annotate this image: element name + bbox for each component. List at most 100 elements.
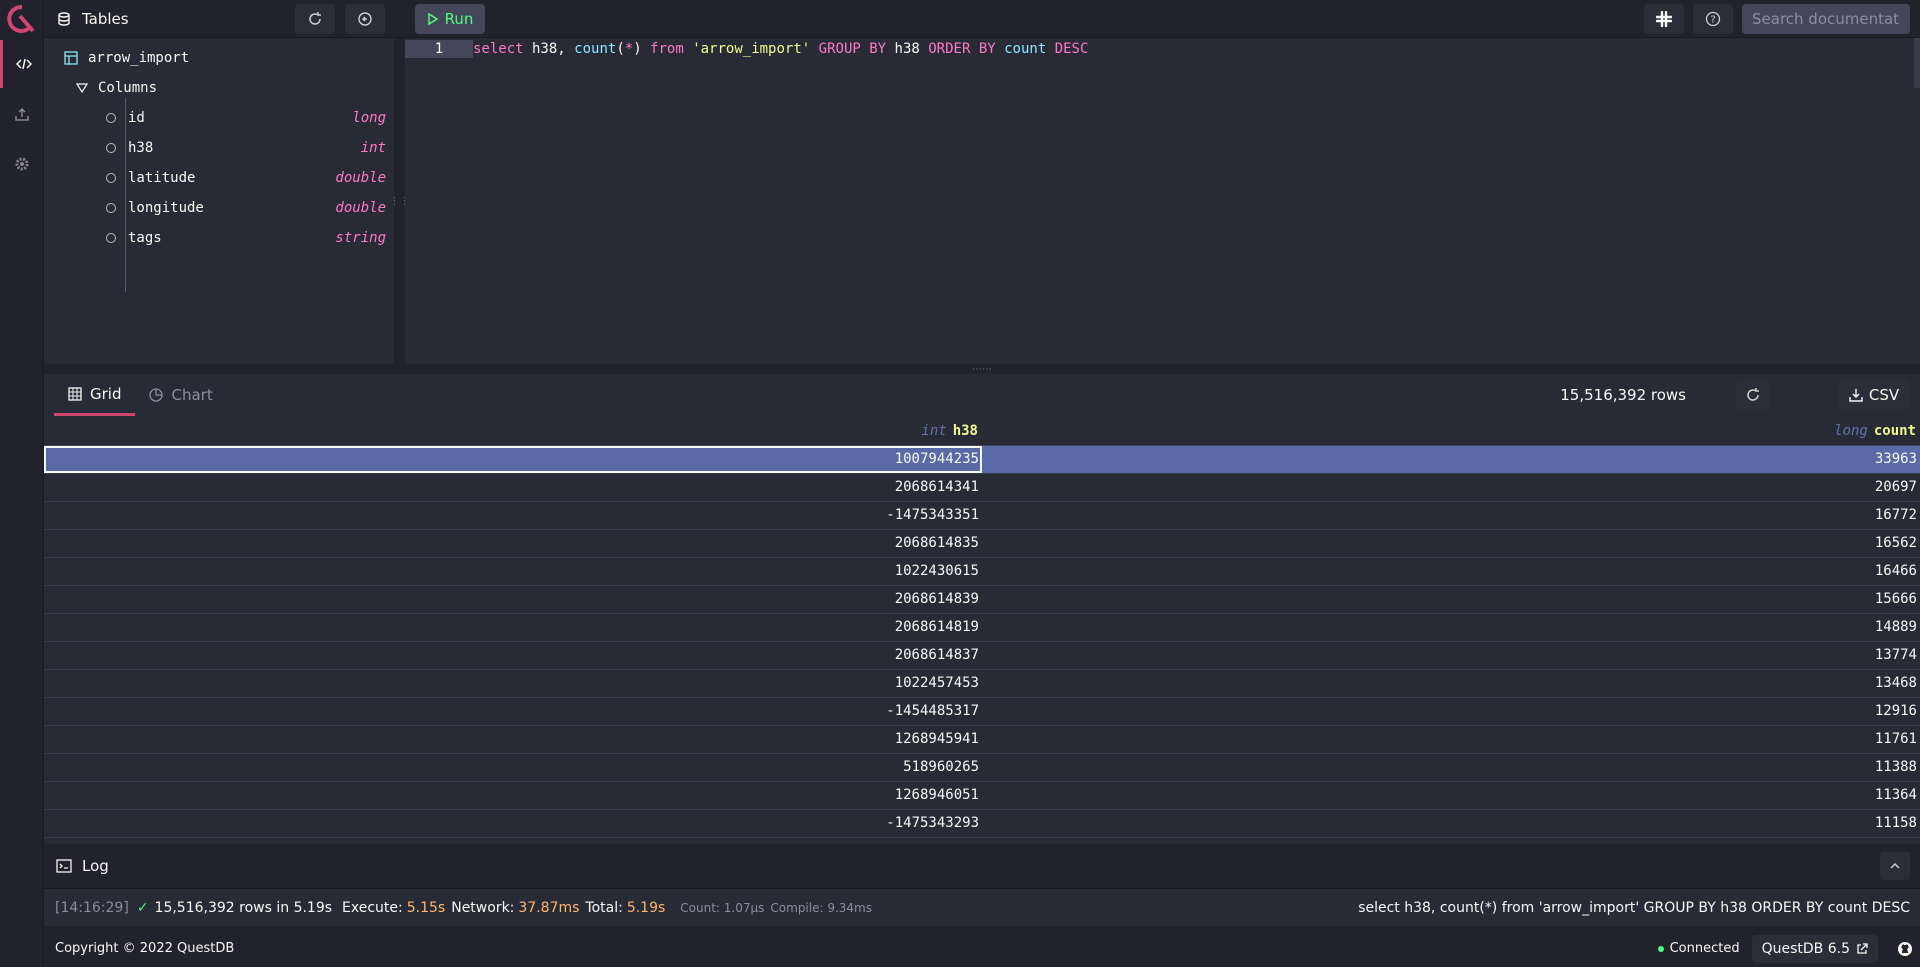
upload-icon[interactable] — [0, 90, 44, 138]
cell-count[interactable]: 20697 — [982, 474, 1920, 501]
cell-h38[interactable]: -1475343293 — [44, 810, 982, 837]
execute-label: Execute: — [342, 899, 403, 916]
cell-h38[interactable]: 2068614341 — [44, 474, 982, 501]
run-button[interactable]: Run — [415, 4, 485, 34]
table-row[interactable]: 1007944235 33963 — [44, 446, 1920, 474]
editor-scrollbar[interactable] — [1914, 38, 1920, 88]
help-button[interactable]: ? — [1693, 4, 1733, 34]
column-name: tags — [128, 230, 162, 246]
table-row[interactable]: -1475343351 16772 — [44, 502, 1920, 530]
column-item[interactable]: tags string — [106, 225, 386, 251]
cell-count[interactable]: 13468 — [982, 670, 1920, 697]
search-documentation-input[interactable] — [1742, 4, 1910, 34]
cell-h38[interactable]: 1268945941 — [44, 726, 982, 753]
questdb-logo-icon[interactable] — [7, 4, 37, 34]
token-plain: ) — [633, 41, 651, 57]
column-item[interactable]: id long — [106, 105, 386, 131]
circle-arrow-left-icon — [358, 12, 372, 26]
column-item[interactable]: longitude double — [106, 195, 386, 221]
cell-h38[interactable]: 2068614835 — [44, 530, 982, 557]
cell-count[interactable]: 16562 — [982, 530, 1920, 557]
cell-count[interactable]: 15666 — [982, 586, 1920, 613]
table-row[interactable]: 2068614819 14889 — [44, 614, 1920, 642]
sql-editor[interactable]: 1 select h38, count(*) from 'arrow_impor… — [405, 38, 1920, 364]
horizontal-resize-handle[interactable]: ⋯⋯ — [44, 364, 1920, 375]
cell-count[interactable]: 12916 — [982, 698, 1920, 725]
cell-count[interactable]: 11364 — [982, 782, 1920, 809]
total-value: 5.19s — [626, 899, 666, 916]
table-row[interactable]: 1022457453 13468 — [44, 670, 1920, 698]
refresh-tables-button[interactable] — [295, 4, 335, 34]
compile-timing: Compile: 9.34ms — [770, 900, 873, 915]
tab-grid[interactable]: Grid — [54, 374, 136, 416]
table-row[interactable]: 1022430615 16466 — [44, 558, 1920, 586]
column-dot-icon — [106, 113, 116, 123]
version-link[interactable]: QuestDB 6.5 — [1751, 934, 1878, 963]
cell-count[interactable]: 11761 — [982, 726, 1920, 753]
results-panel: Grid Chart 15,516,392 rows CSV int h38 lo… — [44, 374, 1920, 844]
cell-count[interactable]: 11388 — [982, 754, 1920, 781]
cell-h38[interactable]: 1022457453 — [44, 670, 982, 697]
header-h38[interactable]: int h38 — [44, 416, 982, 446]
column-dot-icon — [106, 143, 116, 153]
database-icon — [58, 12, 70, 26]
slack-button[interactable] — [1644, 4, 1684, 34]
cell-h38[interactable]: -1475343351 — [44, 502, 982, 529]
column-item[interactable]: h38 int — [106, 135, 386, 161]
table-item-arrow-import[interactable]: arrow_import — [64, 46, 189, 70]
header-count[interactable]: long count — [982, 416, 1920, 446]
cell-h38[interactable]: -1454485317 — [44, 698, 982, 725]
vertical-resize-handle[interactable]: ⋮⋮ — [390, 38, 410, 364]
column-item[interactable]: latitude double — [106, 165, 386, 191]
tab-chart[interactable]: Chart — [135, 374, 226, 416]
table-row[interactable]: 2068614839 15666 — [44, 586, 1920, 614]
log-toggle[interactable]: Log — [56, 848, 109, 884]
table-row[interactable]: 2068614835 16562 — [44, 530, 1920, 558]
csv-download-button[interactable]: CSV — [1838, 380, 1910, 410]
cell-count[interactable]: 14889 — [982, 614, 1920, 641]
column-type: double — [335, 200, 386, 216]
cell-count[interactable]: 13774 — [982, 642, 1920, 669]
log-status-line: [14:16:29] ✓ 15,516,392 rows in 5.19s Ex… — [44, 888, 1920, 926]
log-summary: 15,516,392 rows in 5.19s — [154, 899, 333, 916]
cell-h38[interactable]: 1007944235 — [44, 446, 982, 473]
results-tabs: Grid Chart — [54, 374, 227, 416]
editor-gutter: 1 — [405, 38, 473, 364]
column-dot-icon — [106, 173, 116, 183]
settings-gear-icon[interactable] — [0, 140, 44, 188]
table-row[interactable]: 1268945941 11761 — [44, 726, 1920, 754]
cell-h38[interactable]: 2068614819 — [44, 614, 982, 641]
cell-count[interactable]: 33963 — [982, 446, 1920, 473]
table-row[interactable]: 1268946051 11364 — [44, 782, 1920, 810]
grid-header: int h38 long count — [44, 416, 1920, 446]
log-bar: Log — [44, 848, 1920, 884]
github-icon[interactable] — [1890, 941, 1920, 957]
cell-h38[interactable]: 1268946051 — [44, 782, 982, 809]
column-type: string — [335, 230, 386, 246]
columns-toggle[interactable]: Columns — [76, 76, 157, 100]
header-name: h38 — [952, 423, 978, 439]
sql-code-line[interactable]: select h38, count(*) from 'arrow_import'… — [473, 40, 1088, 58]
collapse-tables-button[interactable] — [345, 4, 385, 34]
refresh-results-button[interactable] — [1736, 380, 1770, 410]
cell-h38[interactable]: 2068614837 — [44, 642, 982, 669]
cell-count[interactable]: 16772 — [982, 502, 1920, 529]
table-row[interactable]: 2068614837 13774 — [44, 642, 1920, 670]
cell-h38[interactable]: 2068614839 — [44, 586, 982, 613]
table-row[interactable]: 2068614341 20697 — [44, 474, 1920, 502]
token-function: count — [574, 41, 617, 57]
table-row[interactable]: -1454485317 12916 — [44, 698, 1920, 726]
log-query[interactable]: select h38, count(*) from 'arrow_import'… — [1358, 900, 1910, 916]
row-count: 15,516,392 rows — [1560, 386, 1686, 404]
table-row[interactable]: 518960265 11388 — [44, 754, 1920, 782]
cell-count[interactable]: 11158 — [982, 810, 1920, 837]
connection-status: Connected — [1657, 941, 1740, 956]
table-row[interactable]: -1475343293 11158 — [44, 810, 1920, 838]
cell-h38[interactable]: 518960265 — [44, 754, 982, 781]
header-name: count — [1873, 423, 1916, 439]
cell-count[interactable]: 16466 — [982, 558, 1920, 585]
cell-h38[interactable]: 1022430615 — [44, 558, 982, 585]
expand-log-button[interactable] — [1880, 852, 1910, 880]
code-editor-icon[interactable] — [0, 40, 44, 88]
